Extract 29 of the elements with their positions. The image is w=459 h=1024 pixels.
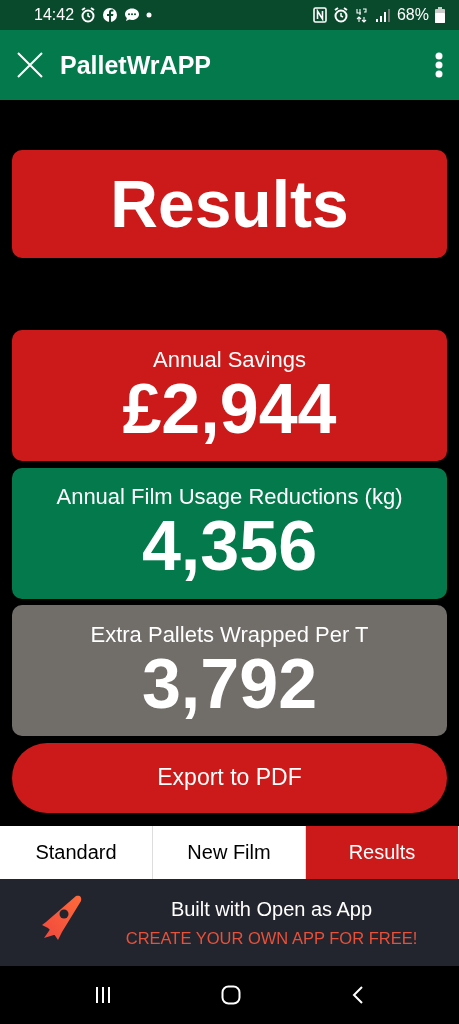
clock-time: 14:42 — [34, 6, 75, 24]
stat-value: 4,356 — [141, 510, 318, 584]
tab[interactable]: New Film — [153, 826, 306, 879]
app-title: PalletWrAPP — [60, 50, 212, 80]
signal-icon — [374, 7, 391, 23]
banner-title: Built with Open as App — [170, 897, 373, 921]
home-icon[interactable] — [221, 985, 242, 1005]
stat-label: Annual Film Usage Reductions (kg) — [56, 484, 403, 511]
stat-label: Extra Pallets Wrapped Per T — [90, 621, 369, 648]
back-icon[interactable] — [351, 985, 364, 1005]
menu-icon[interactable] — [435, 52, 443, 78]
tab[interactable]: Results — [306, 826, 459, 879]
stat-value: 3,792 — [141, 647, 318, 722]
tab[interactable]: Standard — [0, 826, 153, 879]
facebook-icon — [102, 7, 119, 23]
page-heading: Results — [12, 150, 447, 258]
stat-value: £2,944 — [122, 372, 337, 447]
recent-apps-icon[interactable] — [95, 985, 112, 1005]
battery-percentage: 68% — [396, 6, 429, 24]
nfc-icon — [312, 7, 327, 23]
alarm-icon — [80, 7, 97, 23]
alarm-icon — [332, 7, 349, 23]
export-button[interactable]: Export to PDF — [12, 742, 447, 813]
dot-icon — [146, 12, 153, 18]
battery-icon — [435, 7, 445, 23]
stat-label: Annual Savings — [153, 346, 306, 373]
close-icon[interactable] — [16, 51, 44, 79]
chat-icon — [124, 7, 141, 23]
banner-link[interactable]: CREATE YOUR OWN APP FOR FREE! — [125, 928, 418, 948]
